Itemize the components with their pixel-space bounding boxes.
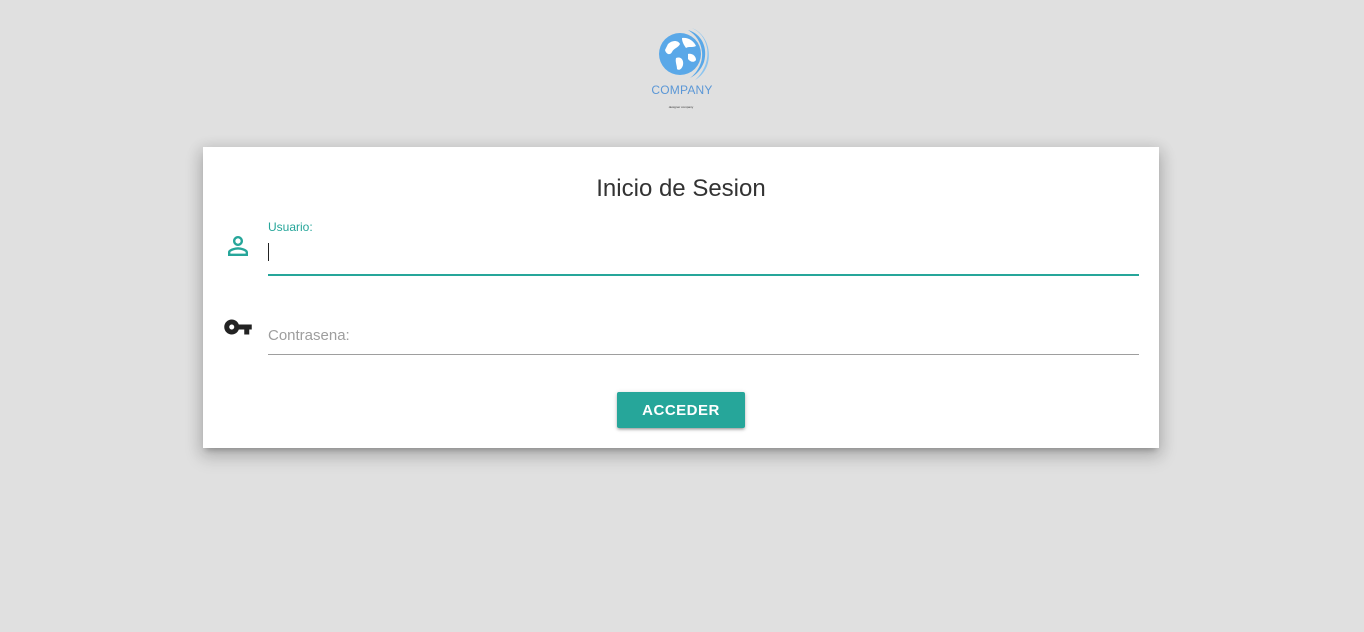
login-card: Inicio de Sesion Usuario: ACCEDER bbox=[203, 147, 1159, 448]
user-icon bbox=[228, 236, 248, 256]
company-name: COMPANY bbox=[651, 83, 713, 97]
key-icon bbox=[224, 319, 252, 335]
company-logo: COMPANY designer company bbox=[632, 26, 732, 116]
login-title: Inicio de Sesion bbox=[596, 175, 766, 202]
company-tagline: designer company bbox=[668, 105, 694, 109]
password-field bbox=[268, 317, 1139, 357]
username-input[interactable] bbox=[268, 242, 1139, 276]
acceder-button[interactable]: ACCEDER bbox=[617, 392, 745, 428]
password-input[interactable] bbox=[268, 317, 1139, 355]
globe-icon bbox=[659, 28, 709, 80]
username-field: Usuario: bbox=[268, 217, 1139, 277]
text-caret bbox=[268, 243, 269, 261]
username-label: Usuario: bbox=[268, 220, 313, 234]
